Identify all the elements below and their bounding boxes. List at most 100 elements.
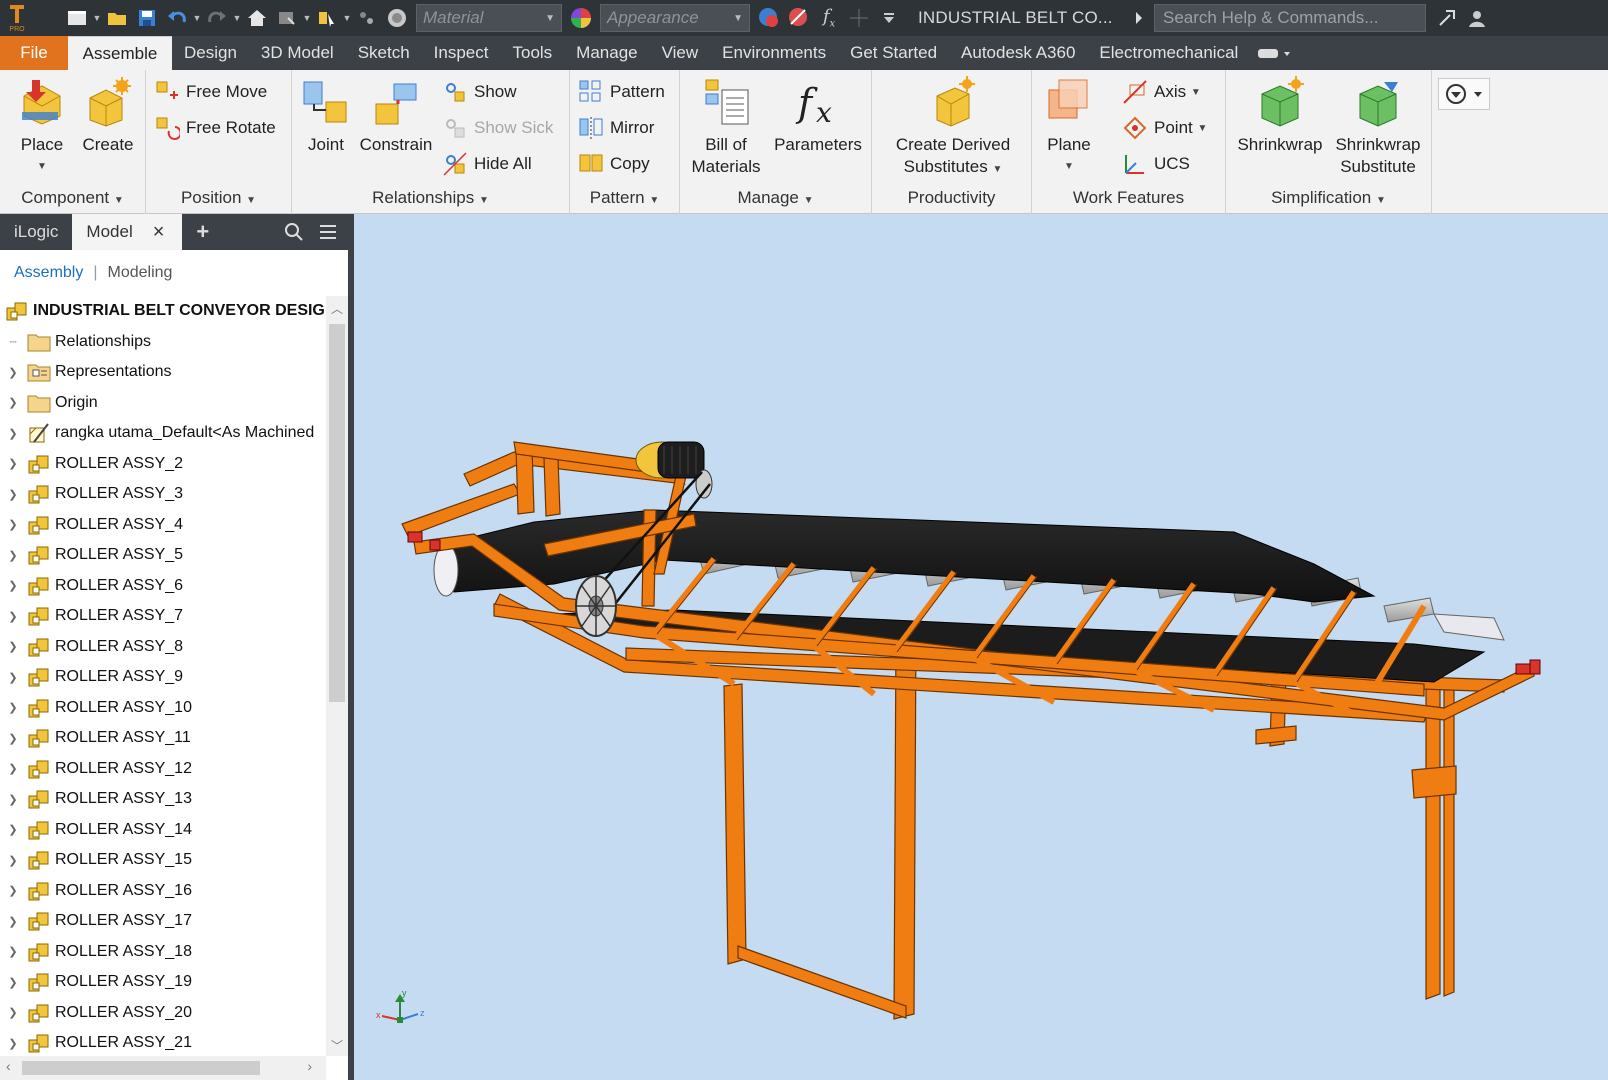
hide-all-button[interactable]: Hide All (442, 150, 532, 178)
panel-title-pattern[interactable]: Pattern ▼ (570, 188, 679, 208)
tab-ilogic[interactable]: iLogic (0, 214, 72, 250)
hscroll-thumb[interactable] (22, 1061, 260, 1075)
scroll-thumb[interactable] (329, 324, 345, 702)
parameters-button[interactable]: fx Parameters (770, 76, 866, 156)
clear-appearance-icon[interactable] (784, 2, 814, 34)
update-icon[interactable] (272, 2, 302, 34)
tree-item-subassembly[interactable]: ❯ ROLLER ASSY_9 (0, 662, 326, 693)
expand-chevron-icon[interactable]: ❯ (6, 853, 20, 867)
undo-icon[interactable] (162, 2, 192, 34)
panel-title-manage[interactable]: Manage ▼ (680, 188, 871, 208)
tab-sketch[interactable]: Sketch (346, 36, 422, 70)
tree-item-subassembly[interactable]: ❯ ROLLER ASSY_14 (0, 815, 326, 846)
tree-item-subassembly[interactable]: ❯ ROLLER ASSY_5 (0, 540, 326, 571)
place-dropdown-icon[interactable]: ▼ (37, 156, 47, 178)
tab-autodesk-a360[interactable]: Autodesk A360 (949, 36, 1087, 70)
copy-button[interactable]: Copy (578, 150, 650, 178)
qat-customize-icon[interactable] (874, 2, 904, 34)
modeling-view-link[interactable]: Modeling (108, 264, 173, 282)
tree-item-subassembly[interactable]: ❯ ROLLER ASSY_21 (0, 1028, 326, 1056)
redo-dropdown-icon[interactable]: ▼ (232, 2, 242, 34)
scroll-up-icon[interactable]: ︿ (331, 300, 343, 317)
open-icon[interactable] (102, 2, 132, 34)
new-icon[interactable] (62, 2, 92, 34)
tab-manage[interactable]: Manage (564, 36, 649, 70)
tree-item-subassembly[interactable]: ❯ ROLLER ASSY_10 (0, 693, 326, 724)
fx-icon[interactable]: fx (814, 2, 844, 34)
tab-environments[interactable]: Environments (710, 36, 838, 70)
select-dropdown-icon[interactable]: ▼ (342, 2, 352, 34)
update-dropdown-icon[interactable]: ▼ (302, 2, 312, 34)
tab-3d-model[interactable]: 3D Model (249, 36, 346, 70)
scroll-left-icon[interactable]: ‹ (6, 1058, 11, 1074)
material-sphere-icon[interactable] (382, 2, 412, 34)
expand-chevron-icon[interactable]: ❯ (6, 670, 20, 684)
expand-chevron-icon[interactable]: ❯ (6, 640, 20, 654)
home-icon[interactable] (242, 2, 272, 34)
tree-item-subassembly[interactable]: ❯ ROLLER ASSY_13 (0, 784, 326, 815)
signin-icon[interactable] (1432, 2, 1462, 34)
shrinkwrap-button[interactable]: Shrinkwrap (1232, 76, 1328, 156)
expand-chevron-icon[interactable]: ❯ (6, 792, 20, 806)
tab-electromechanical[interactable]: Electromechanical (1087, 36, 1250, 70)
panel-title-position[interactable]: Position ▼ (146, 188, 291, 208)
graphics-viewport[interactable]: x y z (354, 214, 1608, 1080)
expand-chevron-icon[interactable]: ❯ (6, 487, 20, 501)
mirror-button[interactable]: Mirror (578, 114, 654, 142)
material-dropdown[interactable]: Material ▼ (416, 4, 562, 32)
tab-assemble[interactable]: Assemble (68, 36, 172, 70)
view-triad[interactable]: x y z (376, 988, 425, 1023)
pattern-button[interactable]: Pattern (578, 78, 665, 106)
create-derived-substitutes-button[interactable]: Create Derived Substitutes ▼ (878, 76, 1028, 181)
assembly-view-link[interactable]: Assembly (14, 264, 83, 282)
adjust-icon[interactable] (352, 2, 382, 34)
tree-item-subassembly[interactable]: ❯ ROLLER ASSY_2 (0, 449, 326, 480)
shrinkwrap-substitute-button[interactable]: Shrinkwrap Substitute (1330, 76, 1426, 178)
expand-chevron-icon[interactable]: ❯ (6, 518, 20, 532)
plane-button[interactable]: Plane ▼ (1040, 76, 1098, 178)
expand-chevron-icon[interactable]: ❯ (6, 1006, 20, 1020)
tree-item-folder[interactable]: ❯ Origin (0, 388, 326, 419)
tab-model[interactable]: Model × (72, 214, 183, 250)
add-tab-icon[interactable]: + (182, 214, 223, 250)
menu-icon[interactable] (312, 214, 348, 250)
tree-item-subassembly[interactable]: ❯ ROLLER ASSY_19 (0, 967, 326, 998)
ribbon-options-button[interactable] (1438, 78, 1490, 110)
select-icon[interactable] (312, 2, 342, 34)
ribbon-display-icon[interactable] (1250, 36, 1298, 70)
constrain-button[interactable]: Constrain (354, 76, 438, 156)
free-rotate-button[interactable]: Free Rotate (154, 114, 276, 142)
tree-item-subassembly[interactable]: ❯ ROLLER ASSY_18 (0, 937, 326, 968)
expand-arrow-icon[interactable] (1130, 2, 1148, 34)
free-move-button[interactable]: Free Move (154, 78, 267, 106)
expand-chevron-icon[interactable]: ❯ (6, 945, 20, 959)
expand-chevron-icon[interactable]: ❯ (6, 914, 20, 928)
expand-chevron-icon[interactable]: ❯ (6, 548, 20, 562)
tree-item-subassembly[interactable]: ❯ ROLLER ASSY_7 (0, 601, 326, 632)
tree-item-subassembly[interactable]: ❯ ROLLER ASSY_3 (0, 479, 326, 510)
expand-chevron-icon[interactable]: ❯ (6, 396, 20, 410)
new-dropdown-icon[interactable]: ▼ (92, 2, 102, 34)
search-input[interactable]: Search Help & Commands... (1154, 4, 1426, 32)
tab-design[interactable]: Design (172, 36, 249, 70)
expand-chevron-icon[interactable]: ❯ (6, 579, 20, 593)
tree-item-subassembly[interactable]: ❯ ROLLER ASSY_8 (0, 632, 326, 663)
tab-file[interactable]: File (0, 36, 68, 70)
ucs-button[interactable]: UCS (1122, 150, 1190, 178)
tab-tools[interactable]: Tools (500, 36, 564, 70)
tree-item-subassembly[interactable]: ❯ ROLLER ASSY_12 (0, 754, 326, 785)
tab-inspect[interactable]: Inspect (422, 36, 501, 70)
tree-item-part[interactable]: ❯ rangka utama_Default<As Machined (0, 418, 326, 449)
horizontal-scrollbar[interactable]: ‹ › (0, 1056, 326, 1080)
tree-item-subassembly[interactable]: ❯ ROLLER ASSY_11 (0, 723, 326, 754)
tree-item-subassembly[interactable]: ❯ ROLLER ASSY_16 (0, 876, 326, 907)
scroll-down-icon[interactable]: ﹀ (331, 1037, 343, 1054)
tree-item-folder[interactable]: ┈ Relationships (0, 327, 326, 358)
tree-root-assembly[interactable]: INDUSTRIAL BELT CONVEYOR DESIG (0, 296, 326, 327)
tree-item-representations[interactable]: ❯ Representations (0, 357, 326, 388)
tree-item-subassembly[interactable]: ❯ ROLLER ASSY_15 (0, 845, 326, 876)
color-wheel-icon[interactable] (566, 2, 596, 34)
expand-chevron-icon[interactable]: ❯ (6, 1036, 20, 1050)
tree-item-subassembly[interactable]: ❯ ROLLER ASSY_4 (0, 510, 326, 541)
plane-dropdown-icon[interactable]: ▼ (1064, 156, 1074, 178)
